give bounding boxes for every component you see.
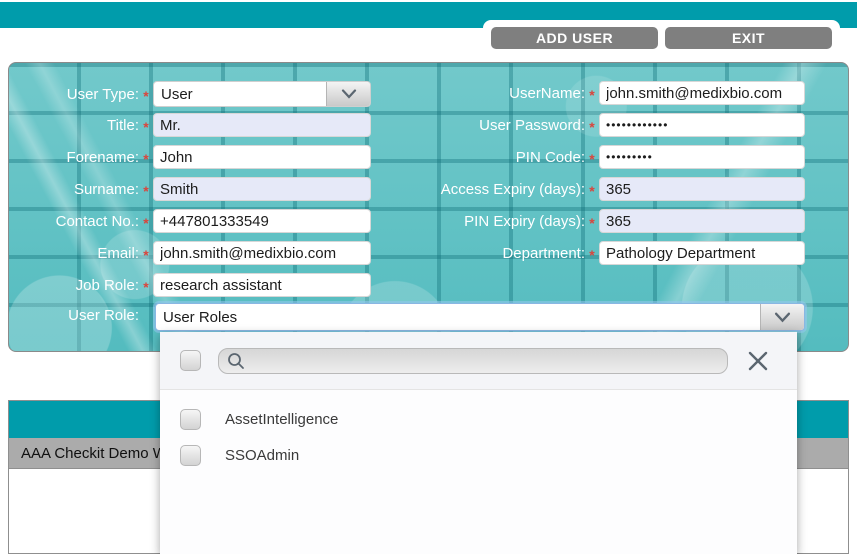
access-expiry-label: Access Expiry (days): [438,181,585,198]
title-field[interactable] [153,113,371,137]
exit-button[interactable]: EXIT [665,27,832,49]
surname-field[interactable] [153,177,371,201]
department-label: Department: [438,245,585,262]
dropdown-search-bar [160,332,797,390]
department-field[interactable] [599,241,805,265]
chevron-down-icon[interactable] [760,304,804,330]
job-role-label: Job Role: [9,277,139,294]
user-password-label: User Password: [438,117,585,134]
email-field[interactable] [153,241,371,265]
user-role-value: User Roles [163,309,237,326]
action-button-tray: ADD USER EXIT [483,20,840,55]
user-password-field[interactable] [599,113,805,137]
required-asterisk: * [585,180,599,199]
role-option-label: AssetIntelligence [225,411,338,428]
form-row-user-type: User Type: * User [9,80,379,108]
chevron-down-icon[interactable] [326,82,370,106]
role-search-input[interactable] [218,348,728,374]
user-roles-dropdown-panel: AssetIntelligence SSOAdmin [160,332,797,554]
required-asterisk: * [585,148,599,167]
form-row-user-password: User Password: * [438,113,805,137]
required-asterisk: * [585,84,599,103]
select-all-checkbox[interactable] [180,350,201,371]
user-type-value: User [161,86,193,103]
form-row-surname: Surname: * [9,177,379,201]
required-asterisk: * [139,244,153,263]
required-asterisk: * [585,212,599,231]
email-label: Email: [9,245,139,262]
role-checkbox[interactable] [180,445,201,466]
close-icon[interactable] [745,348,771,374]
required-asterisk: * [139,116,153,135]
form-row-department: Department: * [438,241,805,265]
required-asterisk: * [585,116,599,135]
required-asterisk: * [139,276,153,295]
required-asterisk: * [585,244,599,263]
form-row-forename: Forename: * [9,145,379,169]
form-row-pin-code: PIN Code: * [438,145,805,169]
user-details-form: User Type: * User Title: * Forename: * S… [8,62,849,352]
pin-code-field[interactable] [599,145,805,169]
search-icon [227,352,245,375]
forename-label: Forename: [9,149,139,166]
required-asterisk: * [139,180,153,199]
form-row-job-role: Job Role: * [9,273,379,297]
required-asterisk: * [139,148,153,167]
job-role-field[interactable] [153,273,371,297]
pin-expiry-label: PIN Expiry (days): [438,213,585,230]
username-field[interactable] [599,81,805,105]
form-row-contact-no: Contact No.: * [9,209,379,233]
pin-code-label: PIN Code: [438,149,585,166]
add-user-button[interactable]: ADD USER [491,27,658,49]
required-asterisk: * [139,212,153,231]
form-row-email: Email: * [9,241,379,265]
title-label: Title: [9,117,139,134]
role-option-assetintelligence[interactable]: AssetIntelligence [180,408,338,430]
user-role-select[interactable]: User Roles [155,303,805,331]
form-row-access-expiry: Access Expiry (days): * [438,177,805,201]
form-row-username: UserName: * [438,81,805,105]
forename-field[interactable] [153,145,371,169]
contact-no-label: Contact No.: [9,213,139,230]
access-expiry-field[interactable] [599,177,805,201]
user-type-select[interactable]: User [153,81,371,107]
role-option-ssoadmin[interactable]: SSOAdmin [180,444,299,466]
form-row-pin-expiry: PIN Expiry (days): * [438,209,805,233]
table-row-label: AAA Checkit Demo W [21,445,167,462]
user-role-label: User Role: [9,307,139,324]
pin-expiry-field[interactable] [599,209,805,233]
user-type-label: User Type: [9,86,139,103]
role-option-label: SSOAdmin [225,447,299,464]
contact-no-field[interactable] [153,209,371,233]
form-row-title: Title: * [9,113,379,137]
search-field-wrap [218,348,728,374]
surname-label: Surname: [9,181,139,198]
role-checkbox[interactable] [180,409,201,430]
username-label: UserName: [438,85,585,102]
required-asterisk: * [139,85,153,104]
add-user-screen: ADD USER EXIT User Type: * User Title: *… [0,0,857,554]
